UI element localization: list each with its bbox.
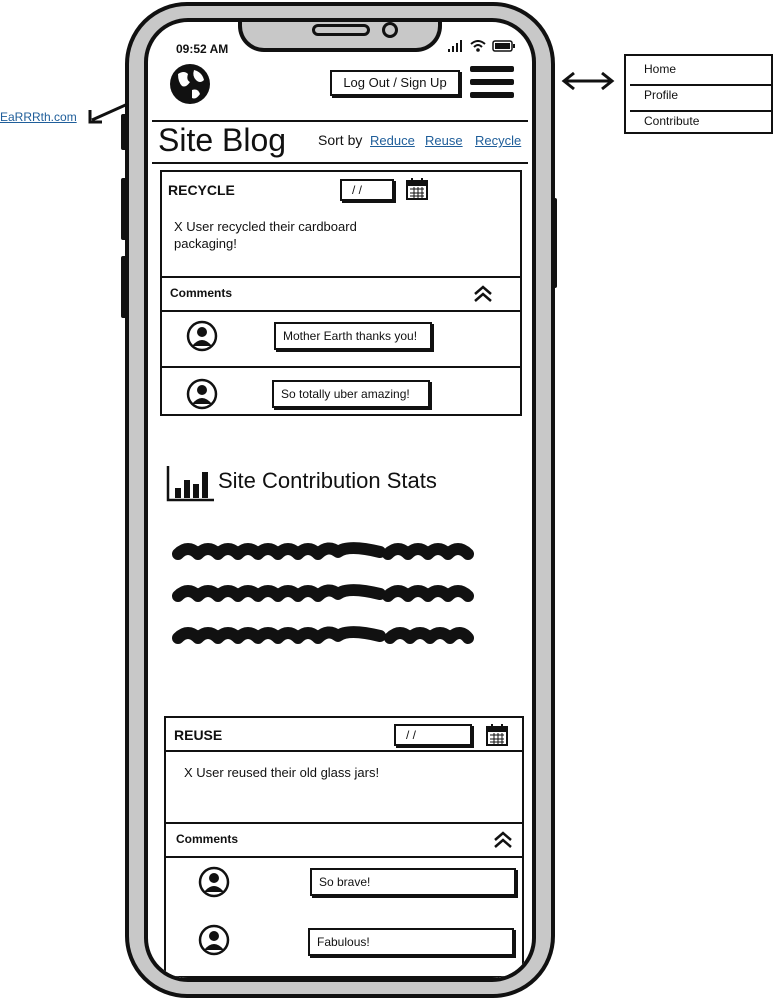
post-text-line: X User reused their old glass jars! xyxy=(184,765,380,780)
post-category: REUSE xyxy=(174,727,223,743)
user-avatar-icon xyxy=(198,924,230,956)
comments-label: Comments xyxy=(170,286,233,300)
external-site-link[interactable]: EaRRRth.com xyxy=(0,110,77,124)
menu-divider xyxy=(630,110,771,112)
menu-item-home[interactable]: Home xyxy=(644,62,676,76)
comment-text: Fabulous! xyxy=(308,928,514,956)
comments-divider xyxy=(162,276,520,278)
page-title: Site Blog xyxy=(158,122,287,158)
comments-divider xyxy=(166,822,522,824)
phone-side-button xyxy=(121,114,127,150)
post-text-line: packaging! xyxy=(174,236,237,251)
comment-divider xyxy=(162,366,520,368)
comment-text: Mother Earth thanks you! xyxy=(274,322,432,350)
status-time: 09:52 AM xyxy=(176,42,229,56)
sort-option-recycle[interactable]: Recycle xyxy=(475,133,521,148)
comment-divider xyxy=(162,310,520,312)
menu-divider xyxy=(630,84,771,86)
wifi-icon xyxy=(470,40,486,52)
post-card: RECYCLE / / X User recycled their cardbo… xyxy=(160,170,522,416)
menu-item-profile[interactable]: Profile xyxy=(644,88,678,102)
redacted-stats-placeholder xyxy=(172,542,474,644)
app-screen: 09:52 AM Log Out / Sign Up Site Blog Sor… xyxy=(152,22,528,978)
date-field[interactable]: / / xyxy=(394,724,472,746)
chevron-double-up-icon[interactable] xyxy=(492,830,514,850)
nav-menu-panel: Home Profile Contribute xyxy=(624,54,773,134)
sort-label: Sort by xyxy=(318,132,363,148)
date-field[interactable]: / / xyxy=(340,179,394,201)
wireframe-canvas: EaRRRth.com Home Profile Contribute 09:5… xyxy=(0,0,774,1000)
chevron-double-up-icon[interactable] xyxy=(472,284,494,304)
sort-option-reduce[interactable]: Reduce xyxy=(370,133,415,148)
menu-item-contribute[interactable]: Contribute xyxy=(644,114,699,128)
sort-divider xyxy=(152,162,528,164)
battery-icon xyxy=(492,40,515,52)
user-avatar-icon xyxy=(198,866,230,898)
comment-text: So totally uber amazing! xyxy=(272,380,430,408)
post-text-line: X User recycled their cardboard xyxy=(174,219,357,234)
phone-screen: 09:52 AM Log Out / Sign Up Site Blog Sor… xyxy=(144,18,536,982)
comment-divider xyxy=(166,856,522,858)
post-card: REUSE / / X User reused their old glass … xyxy=(164,716,524,978)
signal-icon xyxy=(448,40,462,52)
user-avatar-icon xyxy=(186,378,218,410)
phone-side-button xyxy=(121,256,127,318)
double-arrow-icon xyxy=(561,71,615,91)
phone-side-button xyxy=(121,178,127,240)
bar-chart-icon xyxy=(166,466,214,502)
calendar-icon[interactable] xyxy=(406,178,428,200)
post-header-divider xyxy=(166,750,522,752)
comment-text: So brave! xyxy=(310,868,516,896)
post-category: RECYCLE xyxy=(168,182,235,198)
status-icons xyxy=(448,40,516,52)
stats-title: Site Contribution Stats xyxy=(218,468,437,493)
user-avatar-icon xyxy=(186,320,218,352)
comments-label: Comments xyxy=(176,832,239,846)
phone-side-button xyxy=(551,198,557,288)
sort-option-reuse[interactable]: Reuse xyxy=(425,133,463,148)
login-signup-button[interactable]: Log Out / Sign Up xyxy=(330,70,460,96)
calendar-icon[interactable] xyxy=(486,724,508,746)
hamburger-menu-icon[interactable] xyxy=(470,66,514,104)
globe-icon[interactable] xyxy=(168,62,212,106)
